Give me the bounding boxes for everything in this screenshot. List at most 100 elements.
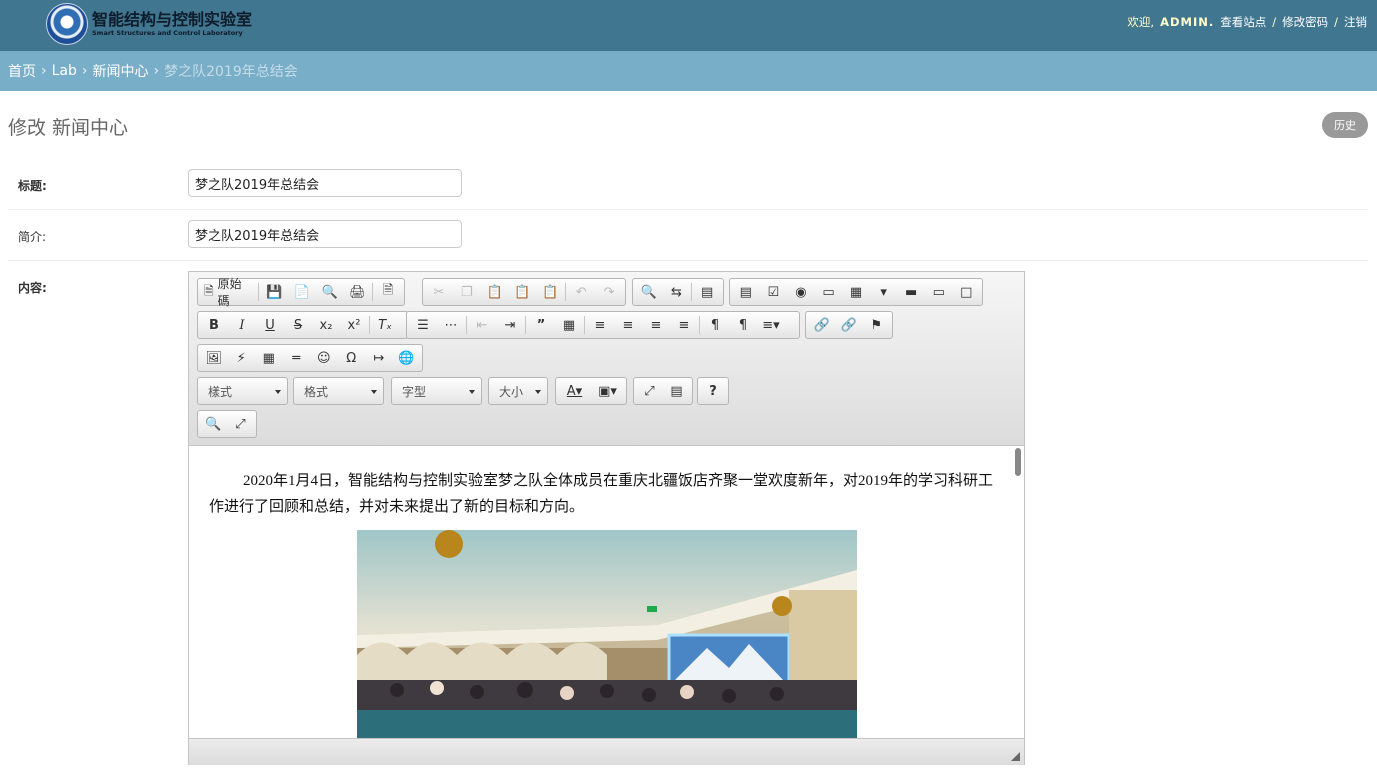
blockquote-button[interactable]: ” <box>527 313 555 337</box>
paste-button[interactable]: 📋 <box>481 280 509 304</box>
styles-combo[interactable]: 樣式 <box>197 377 288 405</box>
print-button[interactable]: 🖨 <box>343 280 371 304</box>
flash-icon: ⚡ <box>236 350 246 366</box>
italic-button[interactable]: I <box>228 313 256 337</box>
preview-icon: 🔍 <box>321 284 338 300</box>
user-tools-divider: / <box>1334 15 1338 29</box>
table-button[interactable]: ▦ <box>255 346 283 370</box>
find-button[interactable]: 🔍 <box>635 280 663 304</box>
text-color-button[interactable]: A▾ <box>558 379 591 403</box>
iframe-button[interactable]: 🌐 <box>393 346 421 370</box>
format-combo[interactable]: 格式 <box>293 377 384 405</box>
intro-input[interactable] <box>188 220 462 248</box>
source-label: 原始碼 <box>217 277 242 308</box>
bulleted-list-icon: ⋯ <box>444 317 458 333</box>
change-password-link[interactable]: 修改密码 <box>1282 14 1328 30</box>
about-button[interactable]: ? <box>700 379 726 403</box>
copy-button[interactable]: ❐ <box>453 280 481 304</box>
source-button[interactable]: 🗎 原始碼 <box>200 277 257 308</box>
blockquote-icon: ” <box>536 317 546 333</box>
anchor-button[interactable]: ⚑ <box>863 313 890 337</box>
breadcrumb-separator: › <box>41 63 47 79</box>
new-page-button[interactable]: 📄 <box>288 280 316 304</box>
outdent-button[interactable]: ⇤ <box>468 313 496 337</box>
view-site-link[interactable]: 查看站点 <box>1220 14 1266 30</box>
align-left-button[interactable]: ≡ <box>586 313 614 337</box>
resize-handle-icon[interactable] <box>1011 752 1020 761</box>
align-center-button[interactable]: ≡ <box>614 313 642 337</box>
smiley-icon: ☺ <box>316 350 331 366</box>
strike-button[interactable]: S <box>284 313 312 337</box>
globe-icon: 🌐 <box>398 350 415 366</box>
preview-button[interactable]: 🔍 <box>316 280 344 304</box>
cut-icon: ✂ <box>433 284 445 300</box>
indent-icon: ⇥ <box>504 317 516 333</box>
form-button-button[interactable]: ▬ <box>897 280 925 304</box>
unlink-button[interactable]: 🔗 <box>835 313 862 337</box>
editor-scrollbar[interactable] <box>1015 448 1021 476</box>
radio-button[interactable]: ◉ <box>787 280 815 304</box>
rtl-button[interactable]: ¶ <box>729 313 757 337</box>
underline-button[interactable]: U <box>256 313 284 337</box>
link-button[interactable]: 🔗 <box>808 313 835 337</box>
breadcrumb-app[interactable]: Lab <box>52 63 77 79</box>
bulleted-list-button[interactable]: ⋯ <box>437 313 465 337</box>
history-button[interactable]: 历史 <box>1322 112 1368 138</box>
cut-button[interactable]: ✂ <box>425 280 453 304</box>
indent-button[interactable]: ⇥ <box>496 313 524 337</box>
language-button[interactable]: ≡▾ <box>757 313 785 337</box>
toolbar-group-insert: 🖼 ⚡ ▦ ═ ☺ Ω ↦ 🌐 <box>197 344 423 372</box>
breadcrumb-model[interactable]: 新闻中心 <box>92 61 148 81</box>
radio-icon: ◉ <box>795 284 807 300</box>
size-combo[interactable]: 大小 <box>488 377 548 405</box>
flash-button[interactable]: ⚡ <box>228 346 256 370</box>
undo-button[interactable]: ↶ <box>567 280 595 304</box>
textarea-button[interactable]: ▦ <box>842 280 870 304</box>
undo-icon: ↶ <box>575 284 587 300</box>
help-icon: ? <box>709 383 717 399</box>
link-icon: 🔗 <box>813 317 830 333</box>
templates-button[interactable]: 🗎 <box>374 280 402 304</box>
find-icon: 🔍 <box>640 284 657 300</box>
maximize-button[interactable]: ⤢ <box>636 379 663 403</box>
special-char-button[interactable]: Ω <box>338 346 366 370</box>
align-right-button[interactable]: ≡ <box>642 313 670 337</box>
background-color-button[interactable]: ▣▾ <box>591 379 624 403</box>
site-branding[interactable]: 智能结构与控制实验室 Smart Structures and Control … <box>46 2 252 46</box>
paste-word-button[interactable]: 📋 <box>536 280 564 304</box>
font-combo[interactable]: 字型 <box>391 377 482 405</box>
ltr-button[interactable]: ¶ <box>701 313 729 337</box>
breadcrumb-home[interactable]: 首页 <box>8 61 36 81</box>
bold-button[interactable]: B <box>200 313 228 337</box>
page-break-button[interactable]: ↦ <box>365 346 393 370</box>
create-div-button[interactable]: ▦ <box>555 313 583 337</box>
paste-text-button[interactable]: 📋 <box>509 280 537 304</box>
logout-link[interactable]: 注销 <box>1344 14 1367 30</box>
horizontal-rule-button[interactable]: ═ <box>283 346 311 370</box>
maximize-extra-button[interactable]: ⤢ <box>227 412 254 436</box>
select-field-icon: ▾ <box>880 284 887 300</box>
align-justify-button[interactable]: ≡ <box>670 313 698 337</box>
checkbox-button[interactable]: ☑ <box>760 280 788 304</box>
preview-extra-button[interactable]: 🔍 <box>200 412 227 436</box>
numbered-list-button[interactable]: ☰ <box>409 313 437 337</box>
text-field-button[interactable]: ▭ <box>815 280 843 304</box>
redo-button[interactable]: ↷ <box>595 280 623 304</box>
form-button[interactable]: ▤ <box>732 280 760 304</box>
hidden-field-button[interactable]: □ <box>953 280 981 304</box>
horizontal-rule-icon: ═ <box>292 350 301 366</box>
show-blocks-button[interactable]: ▤ <box>663 379 690 403</box>
select-field-button[interactable]: ▾ <box>870 280 898 304</box>
editor-content-area[interactable]: 2020年1月4日，智能结构与控制实验室梦之队全体成员在重庆北疆饭店齐聚一堂欢度… <box>189 446 1024 738</box>
image-button-button[interactable]: ▭ <box>925 280 953 304</box>
select-all-button[interactable]: ▤ <box>693 280 721 304</box>
replace-button[interactable]: ⇆ <box>663 280 691 304</box>
remove-format-button[interactable]: Tₓ <box>371 313 399 337</box>
superscript-button[interactable]: x² <box>340 313 368 337</box>
subscript-button[interactable]: x₂ <box>312 313 340 337</box>
title-input[interactable] <box>188 169 462 197</box>
save-button[interactable]: 💾 <box>260 280 288 304</box>
toolbar-separator <box>584 316 585 334</box>
smiley-button[interactable]: ☺ <box>310 346 338 370</box>
image-button[interactable]: 🖼 <box>200 346 228 370</box>
